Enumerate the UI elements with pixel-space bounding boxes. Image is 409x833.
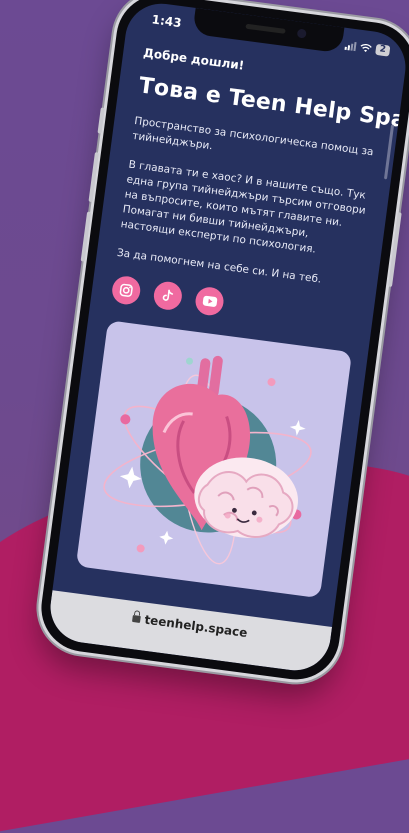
battery-icon: 2 — [374, 43, 391, 57]
about-paragraph: В главата ти е хаос? И в нашите също. Ту… — [120, 158, 367, 256]
instagram-icon — [119, 283, 133, 297]
wifi-icon — [360, 43, 372, 52]
page-content[interactable]: Добре дошли! Това е Teen Help Space Прос… — [52, 39, 405, 627]
lock-icon — [132, 614, 141, 624]
status-time: 1:43 — [150, 12, 183, 31]
instagram-link[interactable] — [110, 274, 142, 307]
signal-icon — [344, 41, 357, 52]
heart-brain-illustration — [103, 355, 312, 565]
youtube-link[interactable] — [193, 285, 226, 317]
youtube-icon — [202, 295, 217, 307]
url-text: teenhelp.space — [143, 612, 249, 640]
volume-up-button — [88, 152, 99, 203]
status-indicators: 2 — [344, 40, 391, 57]
mute-switch — [97, 107, 105, 134]
tiktok-icon — [162, 289, 174, 301]
power-button — [387, 212, 402, 287]
tiktok-link[interactable] — [152, 280, 184, 312]
hero-illustration — [75, 320, 353, 599]
volume-down-button — [80, 211, 92, 262]
url-display[interactable]: teenhelp.space — [132, 611, 249, 640]
